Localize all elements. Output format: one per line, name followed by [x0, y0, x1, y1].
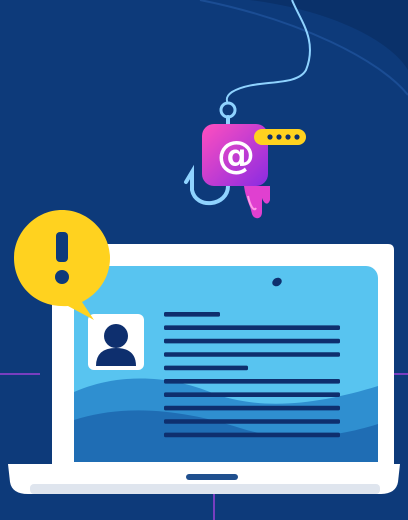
password-dot: [285, 134, 291, 140]
warning-mark-bar: [56, 232, 68, 262]
content-line: [164, 405, 340, 411]
content-line: [164, 312, 220, 317]
content-line: [164, 432, 340, 438]
password-dot: [267, 134, 273, 140]
laptop-base-shade: [30, 484, 380, 494]
content-line: [164, 338, 340, 344]
content-line: [164, 325, 340, 330]
content-line: [164, 379, 340, 384]
password-dot: [276, 134, 282, 140]
email-glyph: @: [217, 133, 255, 177]
content-line: [164, 419, 340, 424]
warning-mark-dot: [55, 270, 69, 284]
phishing-illustration: @: [0, 0, 408, 520]
password-dot: [294, 134, 300, 140]
content-line: [164, 365, 248, 371]
content-line: [164, 352, 340, 357]
laptop-trackpad-notch: [186, 474, 238, 480]
illustration-canvas: @: [0, 0, 408, 520]
content-line: [164, 392, 340, 397]
